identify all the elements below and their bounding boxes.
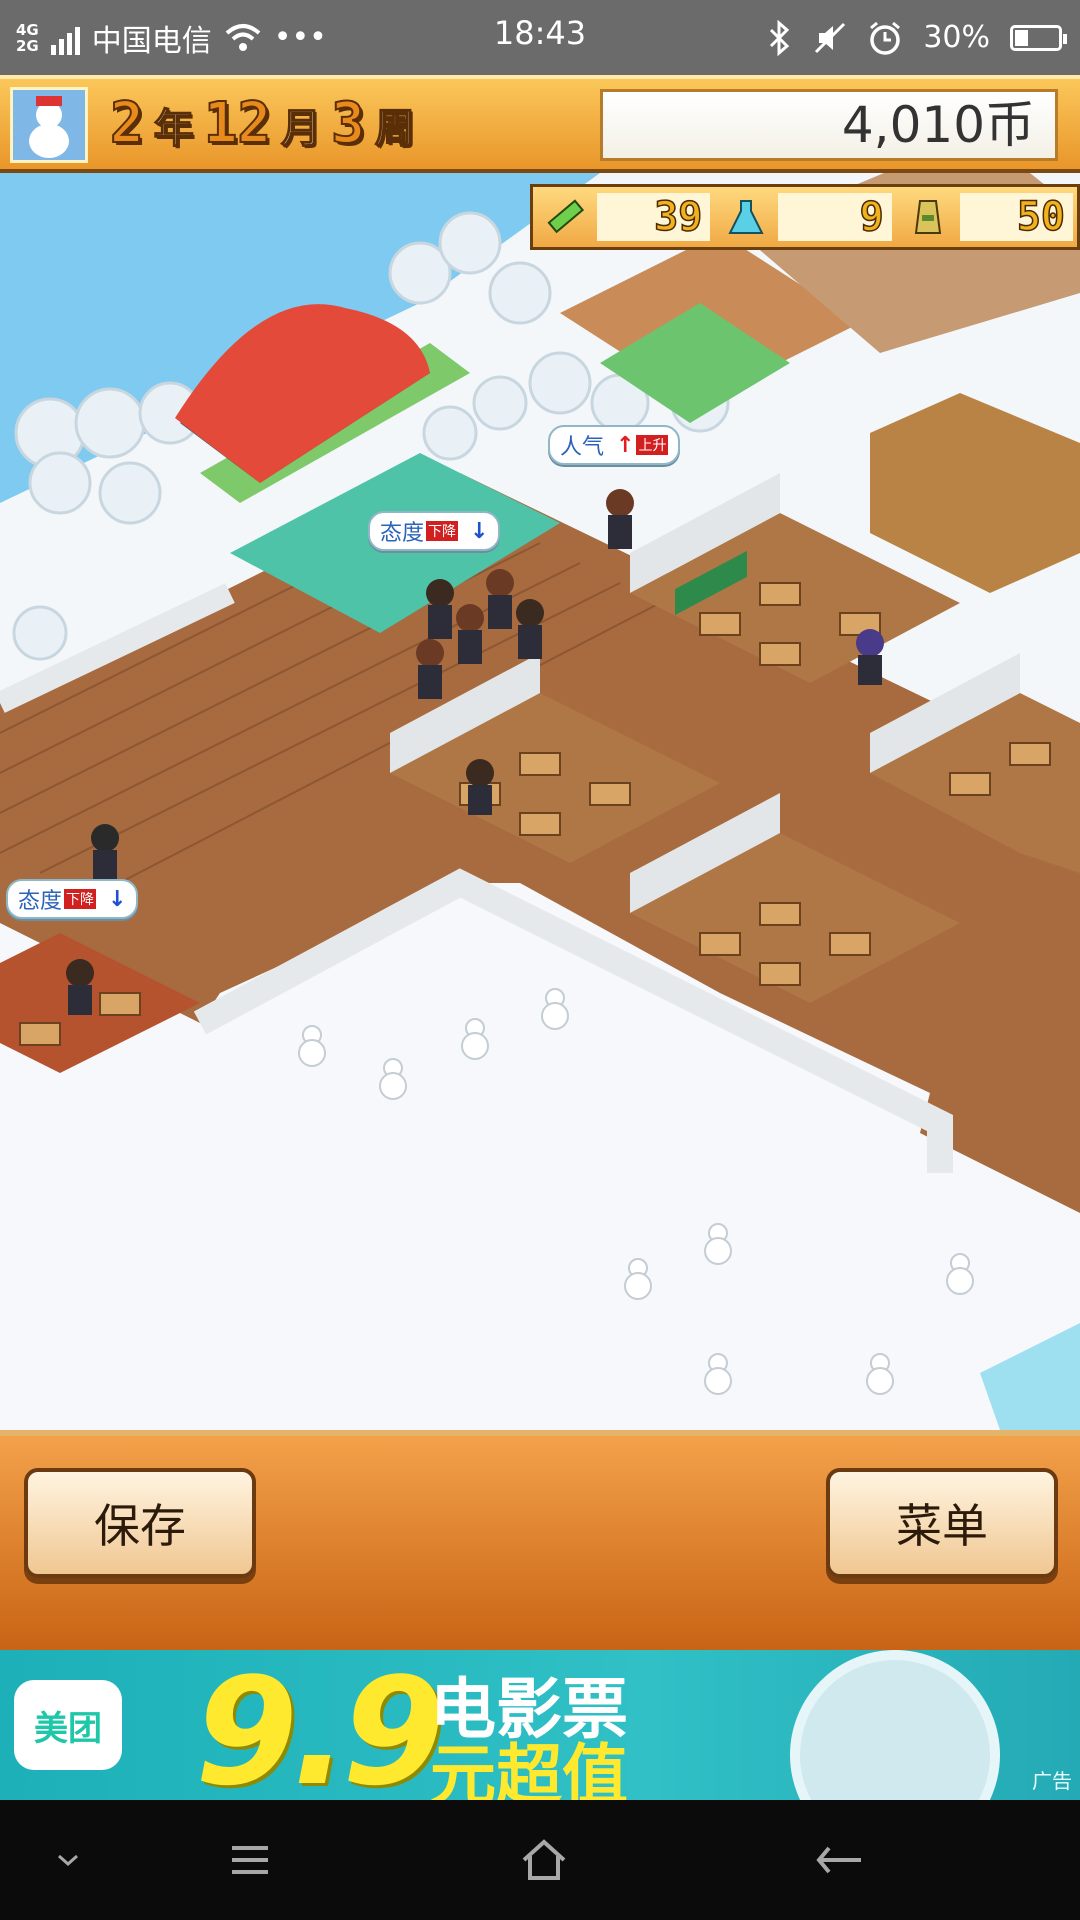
bluetooth-icon — [770, 19, 790, 56]
bubble-label: 态度 — [380, 521, 425, 546]
money-display: 4,010币 — [600, 89, 1058, 161]
menu-button[interactable]: 菜单 — [826, 1468, 1058, 1578]
snowman-icon — [29, 124, 69, 158]
mute-icon — [815, 22, 846, 53]
snowman-hat — [36, 96, 62, 106]
home-icon[interactable] — [504, 1820, 584, 1900]
ad-banner[interactable]: 美团 9.9 电影票 元超值 广告 — [0, 1650, 1080, 1800]
trophy-icon — [902, 191, 954, 243]
pencil-value: 39 — [597, 193, 711, 241]
game-header: 2 年 12 月 3 周 4,010币 — [0, 75, 1080, 173]
popularity-bubble: 人气 ↑ 上升 — [548, 425, 681, 465]
week-unit: 周 — [374, 105, 416, 153]
bubble-tag: 上升 — [636, 435, 669, 455]
game-date: 2 年 12 月 3 周 — [109, 90, 416, 157]
menu-icon[interactable] — [210, 1820, 290, 1900]
arrow-down-icon: ↓ — [108, 886, 127, 912]
battery-level — [1015, 29, 1028, 46]
pencil-icon — [539, 191, 591, 243]
film-reel-icon — [790, 1650, 1000, 1800]
collapse-icon[interactable] — [28, 1820, 108, 1900]
flask-value: 9 — [778, 193, 892, 241]
week-number: 3 — [330, 90, 366, 157]
battery-icon — [1010, 24, 1067, 51]
bubble-tag: 下降 — [64, 889, 97, 909]
game-map[interactable]: 人气 ↑ 上升 态度 下降 ↓ 态度 下降 ↓ — [0, 173, 1080, 1430]
ad-price: 9.9 — [195, 1650, 445, 1800]
month-unit: 月 — [280, 105, 322, 153]
navigation-bar — [0, 1800, 1080, 1920]
bubble-label: 人气 — [560, 435, 605, 460]
arrow-up-icon: ↑ — [616, 432, 635, 458]
back-icon[interactable] — [800, 1820, 880, 1900]
status-bar: 4G 2G 中国电信 ••• 18:43 30% — [0, 0, 1080, 75]
month-number: 12 — [203, 90, 272, 157]
ad-subline: 元超值 — [430, 1737, 628, 1800]
stats-bar: 39 9 50 — [530, 184, 1080, 250]
attitude-bubble: 态度 下降 ↓ — [368, 511, 501, 551]
save-button[interactable]: 保存 — [24, 1468, 256, 1578]
school-map[interactable] — [0, 173, 1080, 1430]
action-panel: 保存 菜单 — [0, 1430, 1080, 1650]
battery-percent: 30% — [923, 20, 990, 55]
meituan-logo: 美团 — [14, 1680, 122, 1770]
status-right: 30% — [767, 10, 1067, 65]
bubble-tag: 下降 — [426, 521, 459, 541]
alarm-icon — [870, 21, 901, 55]
season-avatar[interactable] — [10, 87, 88, 163]
year-number: 2 — [109, 90, 145, 157]
trophy-value: 50 — [959, 193, 1073, 241]
year-unit: 年 — [153, 105, 195, 153]
arrow-down-icon: ↓ — [470, 518, 489, 544]
flask-icon — [720, 191, 772, 243]
bubble-label: 态度 — [18, 889, 63, 914]
attitude-bubble: 态度 下降 ↓ — [6, 879, 139, 919]
ad-label: 广告 — [1032, 1769, 1072, 1793]
